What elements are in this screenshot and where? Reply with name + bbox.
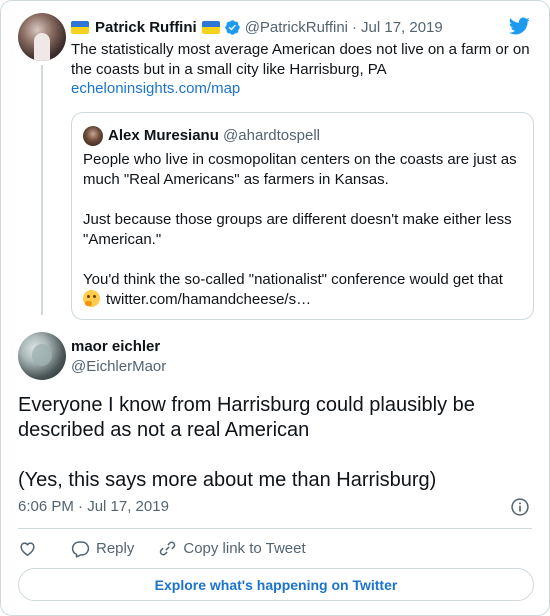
parent-author-name[interactable]: Patrick Ruffini: [95, 19, 197, 36]
quoted-author-avatar: [83, 126, 103, 146]
quoted-tweet-link: twitter.com/hamandcheese/s…: [106, 291, 312, 308]
quoted-tweet[interactable]: Alex Muresianu @ahardtospell People who …: [71, 112, 534, 320]
divider: [18, 528, 532, 529]
quoted-author-handle: @ahardtospell: [223, 127, 320, 144]
tweet-actions: Reply Copy link to Tweet: [18, 537, 330, 559]
quoted-author-name: Alex Muresianu: [108, 127, 219, 144]
copy-link-label: Copy link to Tweet: [183, 539, 306, 557]
tweet-timestamp[interactable]: 6:06 PM · Jul 17, 2019: [18, 498, 169, 515]
quoted-paragraph: You'd think the so-called "nationalist" …: [83, 270, 523, 310]
main-paragraph: (Yes, this says more about me than Harri…: [18, 469, 437, 491]
quoted-paragraph: People who live in cosmopolitan centers …: [83, 151, 517, 188]
quoted-tweet-text: People who live in cosmopolitan centers …: [83, 150, 523, 310]
quoted-paragraph-text: You'd think the so-called "nationalist" …: [83, 271, 503, 288]
copy-link-button[interactable]: Copy link to Tweet: [158, 539, 306, 558]
twitter-bird-icon[interactable]: [507, 15, 531, 37]
reply-button[interactable]: Reply: [71, 539, 134, 558]
info-icon[interactable]: [510, 497, 530, 517]
main-tweet-text: Everyone I know from Harrisburg could pl…: [18, 393, 528, 493]
quoted-tweet-header: Alex Muresianu @ahardtospell: [108, 125, 320, 147]
ukraine-flag-icon: [71, 20, 89, 34]
separator-dot: ·: [352, 18, 358, 36]
link-icon: [160, 541, 176, 555]
parent-tweet-link[interactable]: echeloninsights.com/map: [71, 79, 240, 99]
parent-author-handle[interactable]: @PatrickRuffini: [245, 19, 348, 36]
parent-tweet-date[interactable]: Jul 17, 2019: [361, 19, 443, 36]
heart-icon: [20, 541, 35, 556]
main-author-name[interactable]: maor eichler: [71, 338, 160, 355]
main-paragraph: Everyone I know from Harrisburg could pl…: [18, 394, 475, 441]
explore-twitter-button[interactable]: Explore what's happening on Twitter: [18, 568, 534, 601]
quoted-paragraph: Just because those groups are different …: [83, 211, 512, 248]
parent-tweet-header: Patrick Ruffini @PatrickRuffini · Jul 17…: [71, 17, 443, 37]
like-button[interactable]: [18, 539, 37, 558]
parent-tweet-text: The statistically most average American …: [71, 41, 530, 78]
thinking-face-emoji: [83, 290, 100, 307]
ukraine-flag-icon: [201, 20, 220, 34]
verified-badge-icon: [224, 19, 240, 35]
tweet-embed-card: Patrick Ruffini @PatrickRuffini · Jul 17…: [0, 0, 550, 616]
reply-label: Reply: [96, 539, 135, 557]
speech-bubble-icon: [71, 540, 90, 558]
thread-connector-line: [41, 65, 43, 315]
main-author-avatar[interactable]: [18, 332, 66, 380]
main-author-handle[interactable]: @EichlerMaor: [71, 358, 166, 375]
parent-author-avatar[interactable]: [18, 13, 66, 61]
